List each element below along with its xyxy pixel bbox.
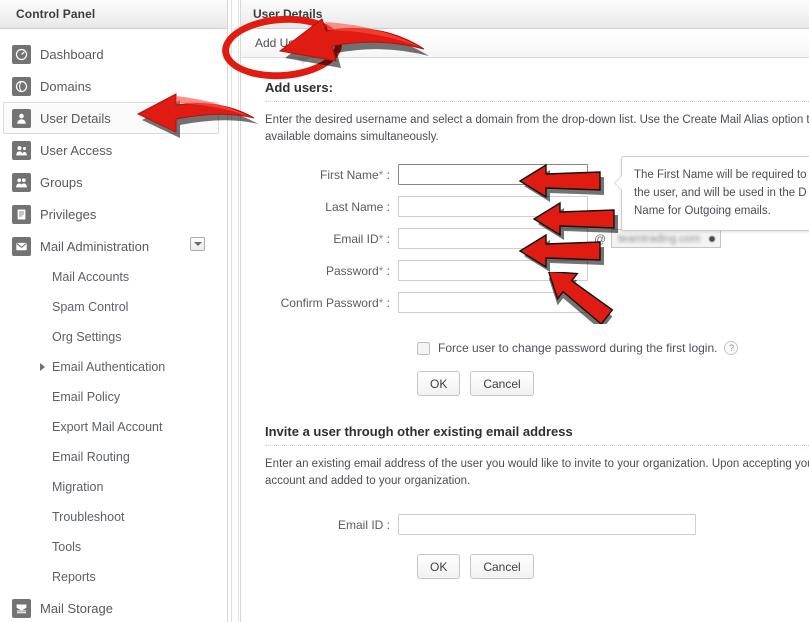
password-label: Password* : [325,263,390,278]
force-change-password-checkbox[interactable] [417,341,430,355]
page-title: User Details [253,7,323,21]
add-users-description: Enter the desired username and select a … [265,114,809,143]
domain-dropdown[interactable]: teamtrading.com [611,229,722,248]
sidebar-item-label: Email Routing [52,450,130,464]
sidebar-item-label: Org Settings [52,330,122,344]
field-row-invite-email: Email ID : [265,512,809,537]
mail-storage-icon [12,598,31,618]
sidebar-item-dashboard[interactable]: Dashboard [0,38,227,70]
add-users-title: Add users: [265,80,333,95]
sidebar-item-label: Email Policy [52,390,121,404]
users-group-icon [12,172,31,192]
user-icon [12,108,31,128]
sidebar-item-mail-accounts[interactable]: Mail Accounts [0,262,227,292]
sidebar-item-label: Export Mail Account [52,420,163,434]
sidebar-item-label: Mail Accounts [52,270,130,284]
invite-cancel-button[interactable]: Cancel [470,554,534,579]
sidebar-item-user-details[interactable]: User Details [3,102,219,134]
sidebar-item-label: Email Authentication [52,360,166,374]
invite-title: Invite a user through other existing ema… [265,424,573,439]
sidebar-item-label: Mail Administration [40,238,150,254]
document-icon [12,204,31,224]
email-id-input[interactable] [398,228,588,249]
sidebar-item-user-access[interactable]: User Access [0,134,227,166]
at-symbol: @ [594,231,607,246]
last-name-input[interactable] [398,196,588,217]
sidebar-item-email-authentication[interactable]: Email Authentication [0,352,227,382]
domain-value: teamtrading.com [618,232,701,245]
dashboard-gauge-icon [12,44,31,64]
sidebar-item-label: Privileges [40,206,97,222]
sidebar-item-label: Domains [40,78,92,94]
sidebar-item-label: User Access [40,142,113,158]
sidebar-item-migration[interactable]: Migration [0,472,227,502]
tooltip-arrow-inner-icon [615,175,623,191]
sidebar-item-label: Groups [40,174,83,190]
envelope-icon [12,236,31,256]
chevron-down-icon[interactable] [190,237,205,251]
last-name-label: Last Name : [325,199,390,214]
sidebar-item-label: Reports [52,570,96,584]
first-name-label: First Name* : [319,167,390,182]
chevron-down-icon [709,235,716,242]
sidebar-item-domains[interactable]: Domains [0,70,227,102]
password-input[interactable] [398,260,588,281]
sidebar-title: Control Panel [16,7,96,21]
sidebar-item-email-routing[interactable]: Email Routing [0,442,227,472]
force-change-password-label: Force user to change password during the… [438,341,718,355]
sidebar-item-spam-control[interactable]: Spam Control [0,292,227,322]
sidebar-item-tools[interactable]: Tools [0,532,227,562]
sidebar-item-troubleshoot[interactable]: Troubleshoot [0,502,227,532]
sidebar-item-label: User Details [40,110,111,126]
main-header: User Details [241,0,809,29]
sidebar-item-email-policy[interactable]: Email Policy [0,382,227,412]
globe-icon [12,76,31,96]
sidebar-item-org-settings[interactable]: Org Settings [0,322,227,352]
sidebar-item-groups[interactable]: Groups [0,166,227,198]
invite-email-input[interactable] [398,514,696,535]
sidebar-item-reports[interactable]: Reports [0,562,227,592]
users-key-icon [12,140,31,160]
screenshot-root: Control Panel Dashboard Domains User Det… [0,0,809,622]
force-change-password-row: Force user to change password during the… [417,341,809,355]
sidebar-item-label: Tools [52,540,82,554]
tab-add-user[interactable]: Add User [241,29,319,58]
add-user-cancel-button[interactable]: Cancel [470,371,534,396]
add-user-button-row: OK Cancel [417,371,809,396]
invite-ok-button[interactable]: OK [417,554,461,579]
content-area: Add users: Enter the desired username an… [241,58,809,579]
sidebar-item-label: Mail Storage [40,600,113,616]
sidebar-item-label: Dashboard [40,46,104,62]
control-panel-sidebar: Control Panel Dashboard Domains User Det… [0,0,228,622]
expand-triangle-icon[interactable] [40,363,45,371]
invite-description: Enter an existing email address of the u… [265,458,809,487]
section-divider [265,445,809,446]
sidebar-item-label: Migration [52,480,104,494]
help-icon[interactable]: ? [724,341,739,355]
panel-divider-1 [231,0,232,622]
user-details-panel: User Details Add User Add users: Enter t… [240,0,809,622]
confirm-password-label: Confirm Password* : [280,295,390,310]
sidebar-header: Control Panel [0,0,227,29]
first-name-tooltip: The First Name will be required to the u… [614,156,809,231]
tab-bar: Add User [241,29,809,64]
panel-divider-2 [238,0,239,622]
first-name-input[interactable] [398,164,588,185]
sidebar-item-mail-storage[interactable]: Mail Storage [0,592,227,622]
sidebar-item-privileges[interactable]: Privileges [0,198,227,230]
sidebar-item-label: Troubleshoot [52,510,125,524]
sidebar-item-mail-administration[interactable]: Mail Administration [0,230,227,262]
sidebar-item-label: Spam Control [52,300,129,314]
invite-button-row: OK Cancel [417,554,809,579]
tooltip-text: The First Name will be required to the u… [634,169,807,217]
email-id-label: Email ID* : [333,231,390,246]
sidebar-item-export-mail-account[interactable]: Export Mail Account [0,412,227,442]
confirm-password-input[interactable] [398,292,588,313]
add-user-ok-button[interactable]: OK [417,371,461,396]
sidebar-nav: Dashboard Domains User Details User Acce… [0,29,227,622]
field-row-password: Password* : [265,258,809,283]
section-divider [265,101,809,102]
field-row-confirm-password: Confirm Password* : [265,290,809,315]
invite-email-label: Email ID : [337,517,390,532]
